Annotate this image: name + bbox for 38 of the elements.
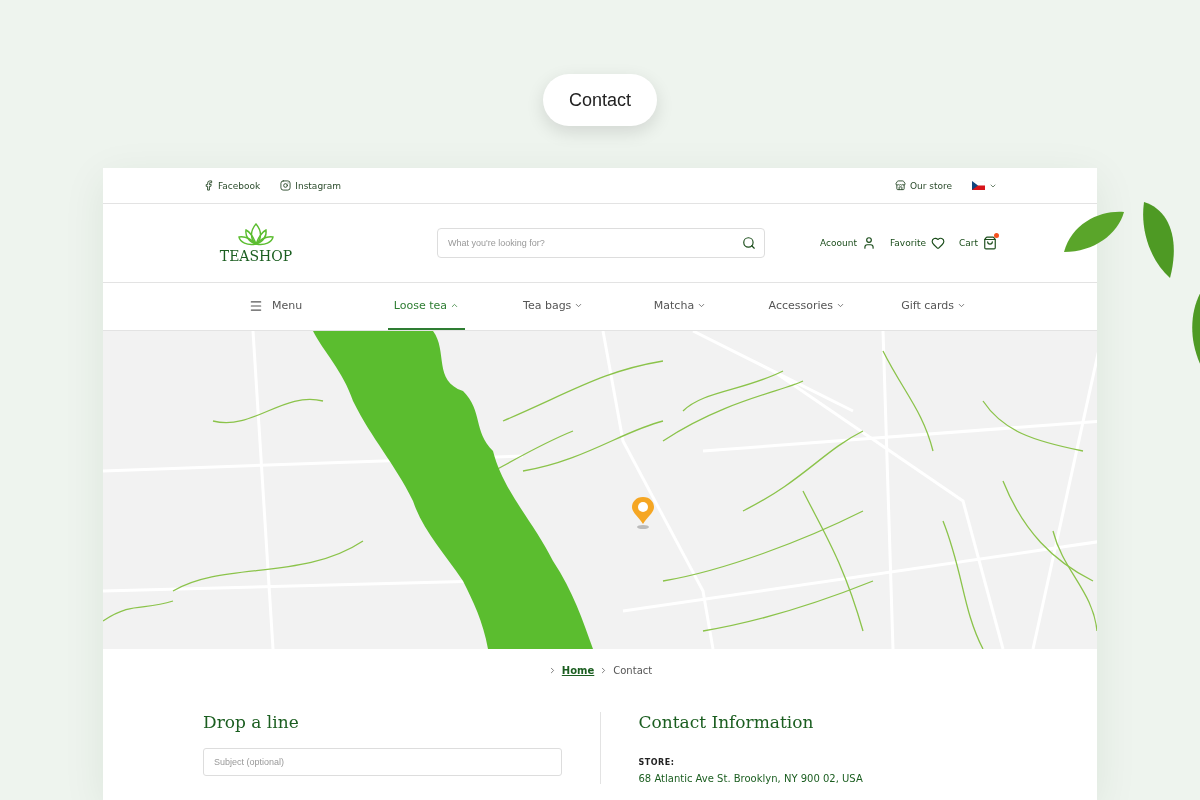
nav-tab[interactable]: Gift cards [895, 283, 973, 330]
caret-icon [957, 301, 967, 310]
lotus-icon [237, 222, 275, 248]
caret-icon [450, 301, 459, 310]
contact-heading: Contact Information [638, 712, 815, 732]
nav-tab[interactable]: Tea bags [517, 283, 590, 330]
nav-tab[interactable]: Matcha [647, 283, 713, 330]
header-link[interactable]: Acoount [820, 236, 876, 250]
page-title-badge: Contact [542, 74, 657, 126]
search-bar[interactable]: What you're looking for? [437, 228, 765, 258]
nav-tab[interactable]: Accessories [762, 283, 851, 330]
facebook-icon [203, 180, 214, 191]
search-icon[interactable] [742, 236, 756, 250]
menu-icon [249, 298, 263, 313]
flag-icon [972, 181, 985, 190]
heart-icon [930, 236, 945, 250]
breadcrumb-link[interactable]: Home [561, 665, 595, 676]
user-icon [862, 236, 876, 250]
input-field[interactable]: Subject (optional) [203, 748, 562, 776]
breadcrumb-current: Contact [613, 665, 653, 676]
menu-button[interactable]: Menu [243, 283, 309, 330]
instagram-icon [280, 180, 292, 191]
form-heading: Drop a line [203, 712, 300, 732]
caret-icon [836, 301, 845, 310]
store-link[interactable]: Our store [894, 180, 952, 191]
address-text: 68 Atlantic Ave St. Brooklyn, NY 900 02, USA [638, 773, 864, 784]
caret-icon [697, 301, 707, 310]
section-label: STORE: [638, 758, 676, 767]
bag-icon [983, 236, 997, 250]
header-link[interactable]: Cart [958, 236, 997, 250]
language-selector[interactable] [972, 181, 997, 190]
social-link[interactable]: Facebook [203, 180, 261, 191]
logo[interactable]: TEASHOP [221, 222, 291, 264]
map-pin-icon [631, 496, 655, 530]
caret-icon [574, 301, 584, 310]
social-link[interactable]: Instagram [280, 180, 342, 191]
store-icon [894, 180, 906, 191]
header-link[interactable]: Favorite [890, 236, 945, 250]
